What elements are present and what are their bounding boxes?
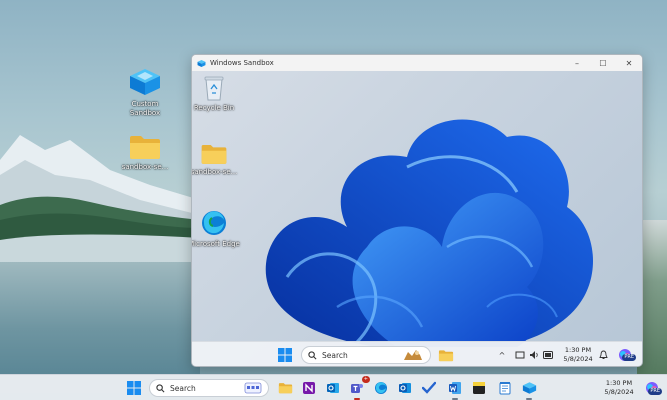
desktop-icon-label: sandbox-se... bbox=[121, 163, 169, 171]
search-highlight-icon bbox=[404, 350, 422, 360]
teams-icon bbox=[351, 384, 363, 393]
outlook-icon bbox=[399, 383, 411, 393]
search-placeholder: Search bbox=[170, 383, 196, 393]
search-placeholder: Search bbox=[322, 350, 348, 360]
file-explorer-button[interactable] bbox=[276, 379, 294, 397]
windows-logo-icon bbox=[127, 381, 141, 395]
teams-button[interactable]: + bbox=[348, 376, 370, 400]
teams-badge: + bbox=[361, 376, 370, 383]
desktop-icon-label: Custom Sandbox bbox=[129, 100, 161, 117]
minimize-button[interactable]: – bbox=[564, 55, 590, 71]
sandbox-desktop[interactable]: Recycle Bin sandbox-se... Microsoft Edge bbox=[192, 71, 642, 366]
clock-date: 5/8/2024 bbox=[563, 355, 593, 363]
desktop-icon-microsoft-edge[interactable]: Microsoft Edge bbox=[192, 209, 242, 249]
window-titlebar[interactable]: Windows Sandbox – ☐ ✕ bbox=[192, 55, 642, 71]
todo-check-icon bbox=[422, 381, 436, 394]
copilot-button[interactable]: PRE bbox=[643, 379, 662, 397]
notepad-button[interactable] bbox=[496, 379, 514, 397]
clock-date: 5/8/2024 bbox=[604, 388, 634, 396]
sticky-notes-icon bbox=[473, 382, 485, 394]
outlook-icon bbox=[327, 383, 339, 393]
show-hidden-icons-button[interactable]: ^ bbox=[496, 346, 508, 364]
desktop-icon-label: Microsoft Edge bbox=[192, 240, 240, 248]
copilot-button[interactable]: PRE bbox=[616, 346, 636, 364]
edge-button[interactable] bbox=[372, 379, 390, 397]
search-icon bbox=[156, 383, 165, 392]
search-highlight-icon bbox=[244, 382, 262, 394]
word-icon bbox=[449, 382, 461, 394]
sandbox-cube-icon bbox=[197, 59, 206, 67]
onenote-button[interactable] bbox=[300, 379, 318, 397]
edge-icon bbox=[375, 382, 387, 394]
sandbox-window[interactable]: Windows Sandbox – ☐ ✕ Recycle Bin sandbo… bbox=[191, 54, 643, 367]
outlook-button[interactable] bbox=[324, 379, 342, 397]
windows-logo-icon bbox=[278, 348, 292, 362]
folder-icon bbox=[201, 144, 227, 164]
desktop-icon-recycle-bin[interactable]: Recycle Bin bbox=[192, 75, 242, 113]
sandbox-taskbar: Search ^ 1:30 PM 5/8/2024 PRE bbox=[192, 341, 642, 366]
desktop-icon-label: sandbox-se... bbox=[192, 168, 238, 176]
outlook-new-button[interactable] bbox=[396, 379, 414, 397]
edge-icon bbox=[202, 211, 226, 235]
file-explorer-button[interactable] bbox=[437, 346, 455, 364]
sticky-notes-button[interactable] bbox=[470, 379, 488, 397]
start-button[interactable] bbox=[276, 346, 294, 364]
clock-time: 1:30 PM bbox=[605, 379, 633, 387]
desktop-icon-sandbox-folder[interactable]: sandbox-se... bbox=[192, 143, 242, 177]
sandbox-cube-icon bbox=[522, 382, 536, 394]
notifications-icon[interactable] bbox=[596, 346, 610, 364]
onenote-icon bbox=[303, 382, 315, 394]
sandbox-taskbar-button[interactable] bbox=[520, 379, 538, 400]
desktop-icon-sandbox-folder[interactable]: sandbox-se... bbox=[117, 134, 173, 172]
folder-icon bbox=[130, 136, 160, 159]
notepad-icon bbox=[499, 382, 511, 395]
sandbox-clock[interactable]: 1:30 PM 5/8/2024 bbox=[558, 346, 598, 364]
word-button[interactable] bbox=[446, 379, 464, 400]
sandbox-cube-icon bbox=[130, 69, 160, 95]
desktop-icon-custom-sandbox[interactable]: Custom Sandbox bbox=[117, 67, 173, 118]
close-button[interactable]: ✕ bbox=[616, 55, 642, 71]
host-clock[interactable]: 1:30 PM 5/8/2024 bbox=[598, 379, 640, 397]
desktop-icon-label: Recycle Bin bbox=[193, 104, 235, 112]
folder-icon bbox=[278, 383, 292, 394]
host-taskbar: Search + 1:30 PM 5/8/2024 PRE bbox=[0, 374, 667, 400]
start-button[interactable] bbox=[125, 379, 143, 397]
search-box[interactable]: Search bbox=[301, 346, 431, 364]
todo-button[interactable] bbox=[420, 379, 438, 397]
search-icon bbox=[308, 350, 317, 359]
recycle-bin-icon bbox=[204, 76, 224, 101]
bloom-wallpaper bbox=[265, 119, 594, 347]
search-box[interactable]: Search bbox=[149, 379, 269, 397]
window-title: Windows Sandbox bbox=[210, 59, 274, 67]
copilot-badge: PRE bbox=[622, 354, 636, 361]
maximize-button[interactable]: ☐ bbox=[590, 55, 616, 71]
volume-icon[interactable] bbox=[528, 346, 540, 364]
clock-time: 1:30 PM bbox=[564, 346, 592, 354]
battery-icon[interactable] bbox=[542, 346, 554, 364]
copilot-badge: PRE bbox=[648, 388, 662, 395]
network-icon[interactable] bbox=[514, 346, 526, 364]
folder-icon bbox=[438, 349, 454, 361]
lake-scenery bbox=[0, 262, 200, 374]
